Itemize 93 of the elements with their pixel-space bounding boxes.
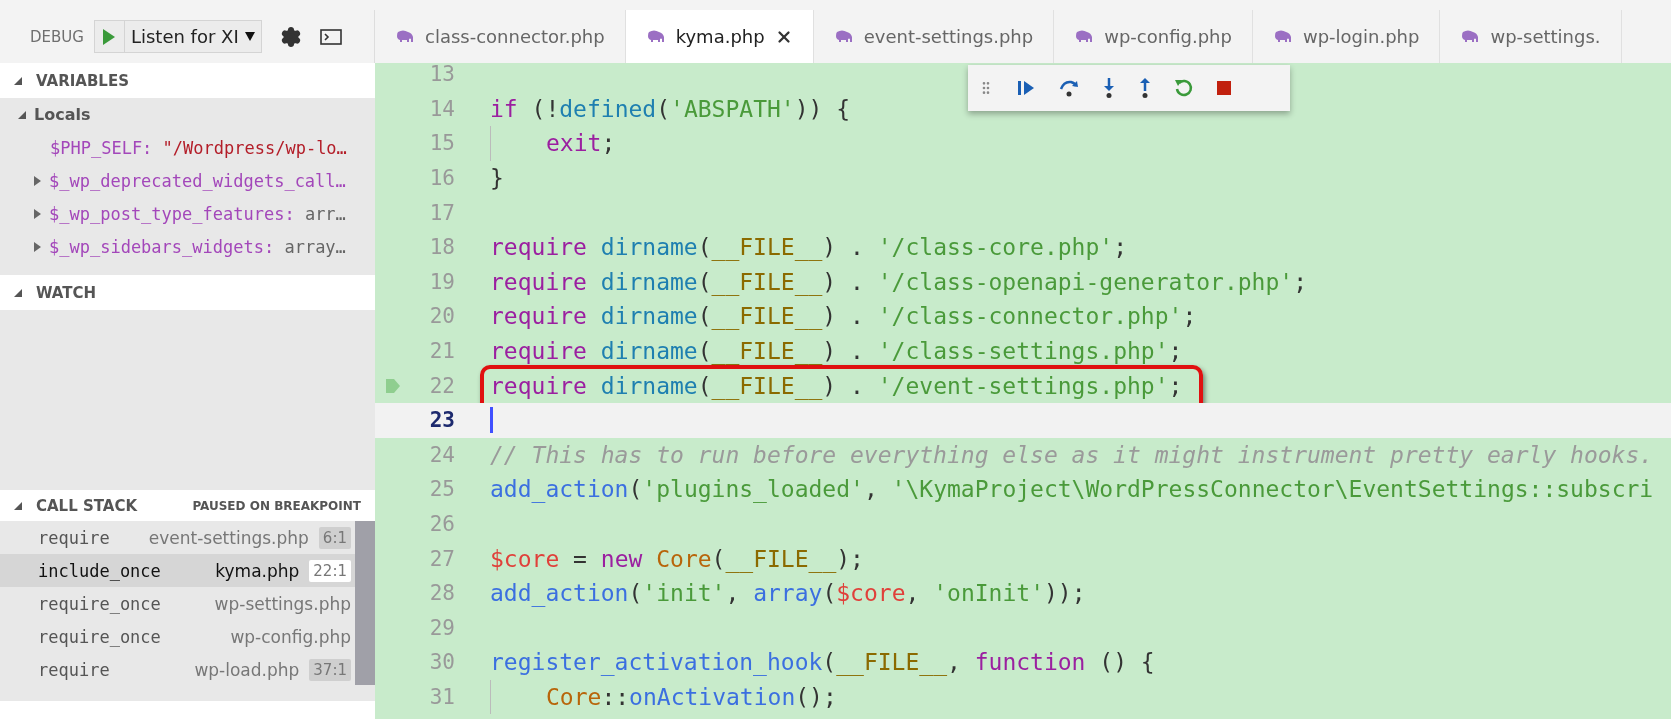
editor-tab[interactable]: kyma.php [625, 10, 814, 63]
line-number: 23 [429, 408, 455, 433]
elephant-icon [395, 29, 415, 44]
frame-file: wp-config.php [230, 626, 351, 647]
line-number: 18 [429, 235, 455, 260]
frame-file: kyma.php [215, 560, 300, 581]
code-line: require dirname(__FILE__) . '/class-connector.php'; [490, 303, 1197, 330]
debug-console-button[interactable] [319, 28, 342, 45]
step-over-icon [1058, 78, 1080, 98]
elephant-icon [833, 29, 854, 44]
line-number: 16 [429, 166, 455, 191]
caret-icon [244, 32, 255, 41]
line-number: 14 [429, 96, 455, 121]
terminal-icon [319, 28, 342, 45]
stack-frame[interactable]: require_once wp-config.php [0, 620, 355, 653]
frame-position: 37:1 [309, 658, 351, 681]
text-cursor [490, 407, 493, 434]
play-icon [102, 27, 117, 46]
frame-function: include_once [38, 560, 161, 581]
code-line: add_action('plugins_loaded', '\KymaProject\WordPressConnector\EventSettings::subscri [490, 476, 1654, 503]
stack-frame[interactable]: include_once kyma.php 22:1 [0, 554, 355, 587]
frame-position: 6:1 [318, 526, 351, 549]
frame-file: wp-load.php [194, 659, 300, 680]
expand-icon[interactable] [34, 241, 41, 252]
step-into-button[interactable] [1102, 77, 1116, 99]
code-line: add_action('init', array($core, 'onInit')); [490, 580, 1086, 607]
line-number: 19 [429, 269, 455, 294]
elephant-icon [1272, 29, 1293, 44]
line-number: 13 [429, 63, 455, 87]
settings-button[interactable] [279, 25, 302, 48]
line-number: 15 [429, 131, 455, 156]
line-number: 17 [429, 200, 455, 225]
code-line: $core = new Core(__FILE__); [490, 545, 864, 572]
continue-button[interactable] [1016, 79, 1036, 97]
collapse-icon[interactable] [18, 110, 26, 119]
scope-name[interactable]: Locals [34, 105, 91, 124]
scrollbar[interactable] [355, 521, 375, 685]
code-line: require dirname(__FILE__) . '/class-settings.php'; [490, 338, 1183, 365]
variable-entry[interactable]: $PHP_SELF: "/Wordpress/wp-lo… [50, 137, 347, 158]
expand-icon[interactable] [34, 208, 41, 219]
line-number: 28 [429, 581, 455, 606]
code-line: if (!defined('ABSPATH')) { [490, 95, 851, 122]
line-number: 24 [429, 442, 455, 467]
frame-position: 22:1 [309, 559, 351, 582]
elephant-icon [645, 29, 666, 44]
variable-entry[interactable]: $_wp_post_type_features: arr… [49, 203, 346, 224]
frame-file: wp-settings.php [214, 593, 351, 614]
step-into-icon [1102, 77, 1116, 99]
elephant-icon [1074, 29, 1095, 44]
frame-file: event-settings.php [148, 527, 309, 548]
code-line: require dirname(__FILE__) . '/event-settings.php'; [490, 372, 1183, 399]
section-title: CALL STACK [36, 496, 138, 515]
variable-entry[interactable]: $_wp_deprecated_widgets_call… [49, 170, 346, 191]
variable-entry[interactable]: $_wp_sidebars_widgets: array… [49, 236, 346, 257]
line-number: 27 [429, 546, 455, 571]
step-out-icon [1138, 77, 1152, 99]
settings-icon [279, 25, 302, 48]
configuration-dropdown[interactable]: Listen for XI [124, 21, 261, 52]
continue-icon [1016, 79, 1036, 97]
code-line: require dirname(__FILE__) . '/class-openapi-generator.php'; [490, 268, 1308, 295]
stop-icon [1216, 80, 1232, 96]
frame-function: require_once [38, 593, 161, 614]
line-number: 30 [429, 650, 455, 675]
code-line: } [490, 165, 504, 192]
stack-frame[interactable]: require wp-load.php 37:1 [0, 653, 355, 686]
section-title: WATCH [36, 283, 97, 302]
step-over-button[interactable] [1058, 78, 1080, 98]
line-number: 31 [429, 685, 455, 709]
paused-status: PAUSED ON BREAKPOINT [192, 498, 361, 513]
frame-function: require_once [38, 626, 161, 647]
stack-frame[interactable]: require_once wp-settings.php [0, 587, 355, 620]
code-line: register_activation_hook(__FILE__, function () { [490, 649, 1155, 676]
line-number: 20 [429, 304, 455, 329]
code-line: require dirname(__FILE__) . '/class-core.php'; [490, 234, 1127, 261]
step-out-button[interactable] [1138, 77, 1152, 99]
code-line: // This has to run before everything else as it might instrument pretty early hooks. [490, 441, 1654, 468]
code-line: Core::onActivation(); [546, 684, 837, 710]
elephant-icon [1460, 29, 1481, 44]
code-line: exit; [546, 130, 616, 157]
stop-button[interactable] [1216, 80, 1232, 96]
restart-icon [1174, 78, 1194, 98]
line-number: 21 [429, 339, 455, 364]
line-number: 25 [429, 477, 455, 502]
expand-icon[interactable] [34, 175, 41, 186]
line-number: 26 [429, 512, 455, 536]
line-number: 29 [429, 615, 455, 640]
frame-function: require [38, 659, 110, 680]
line-number: 22 [429, 373, 455, 398]
stack-frame[interactable]: require event-settings.php 6:1 [0, 521, 355, 554]
restart-button[interactable] [1174, 78, 1194, 98]
frame-function: require [38, 527, 110, 548]
section-title: VARIABLES [36, 71, 129, 90]
debug-label: DEBUG [30, 27, 84, 46]
